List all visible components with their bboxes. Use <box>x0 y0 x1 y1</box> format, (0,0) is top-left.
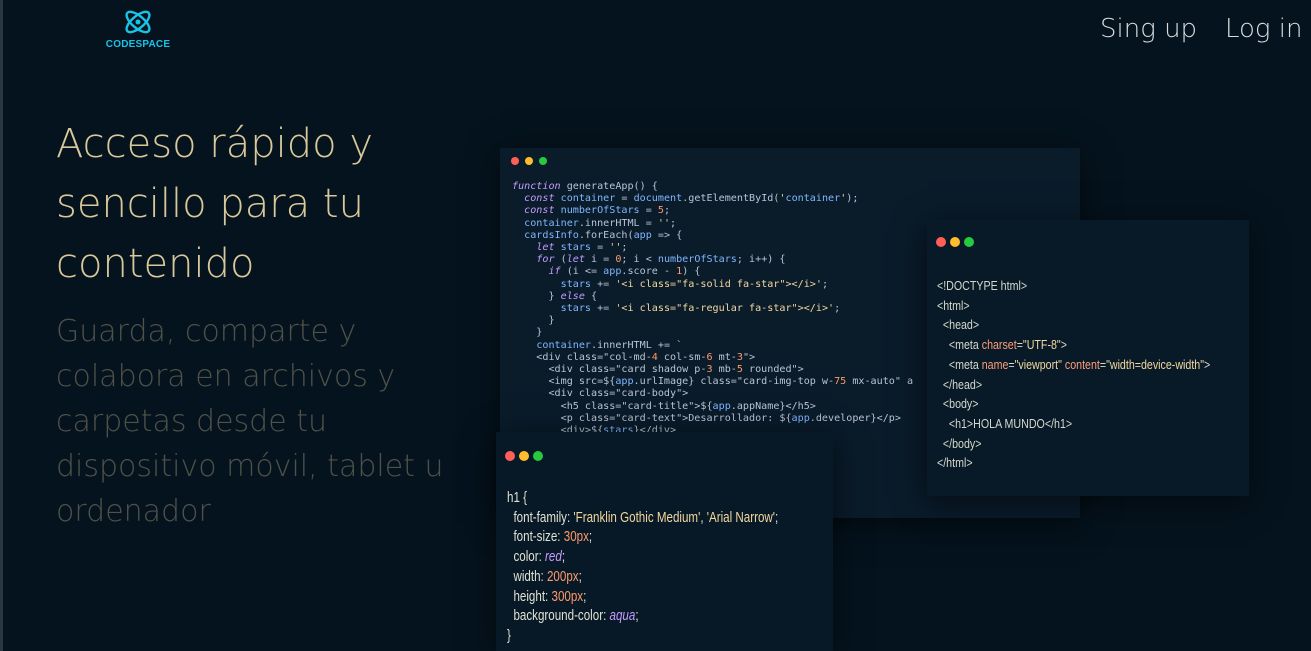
js-code-line: if (i <= app.score - 1) { <box>548 266 701 278</box>
css-code-line: } <box>507 627 511 644</box>
js-code-line: } else { <box>512 290 598 302</box>
css-code-line: width: 200px; <box>507 568 582 585</box>
login-link[interactable]: Log in <box>1225 14 1303 44</box>
js-code-line: <p class="card-text">Desarrollador: ${ap… <box>512 412 901 424</box>
js-code-line: <h5 class="card-title">${app.appName}</h… <box>512 400 816 412</box>
window-controls <box>936 237 974 247</box>
minimize-dot-icon <box>525 157 533 165</box>
css-code-line: h1 { <box>507 490 527 506</box>
css-code-line: color: red; <box>507 549 566 566</box>
window-controls <box>505 451 543 461</box>
js-code-line: stars += '<i class="fa-regular fa-star">… <box>560 303 841 315</box>
css-code: h1 { font-family: 'Franklin Gothic Mediu… <box>507 489 778 647</box>
html-code-line: <!DOCTYPE html> <box>937 278 1028 293</box>
html-code-window: <!DOCTYPE html> <html> <head> <meta chars… <box>927 220 1249 496</box>
html-code-line: </head> <box>937 376 983 392</box>
maximize-dot-icon <box>964 237 974 247</box>
close-dot-icon <box>936 237 946 247</box>
codespace-logo[interactable]: CODESPACE <box>103 6 173 50</box>
css-code-line: font-size: 30px; <box>507 529 593 546</box>
html-code-line: <head> <box>937 317 980 333</box>
html-code-line: <meta charset="UTF-8"> <box>937 337 1067 353</box>
js-code-line: <div class="card-body"> <box>512 388 689 400</box>
maximize-dot-icon <box>533 451 543 461</box>
js-code-line: for (let i = 0; i < numberOfStars; i++) … <box>536 254 786 266</box>
js-code-line: const container = document.getElementByI… <box>524 193 859 205</box>
html-code-line: </html> <box>937 455 973 471</box>
html-code-line: <html> <box>937 297 970 313</box>
css-code-line: background-color: aqua; <box>507 608 639 625</box>
minimize-dot-icon <box>519 451 529 461</box>
js-code-line: } <box>512 315 555 327</box>
js-code-line: } <box>512 327 543 339</box>
js-code-line: const numberOfStars = 5; <box>524 205 671 217</box>
js-code-line: <div class="card shadow p-3 mb-5 rounded… <box>512 364 804 376</box>
html-code-line: <body> <box>937 396 979 412</box>
css-code-line: height: 300px; <box>507 588 587 605</box>
html-code-line: </body> <box>937 435 982 451</box>
js-code-line: container.innerHTML = ''; <box>524 217 677 229</box>
signup-link[interactable]: Sing up <box>1100 14 1197 44</box>
js-code-line: cardsInfo.forEach(app => { <box>524 229 683 241</box>
html-code: <!DOCTYPE html> <html> <head> <meta chars… <box>937 276 1210 473</box>
minimize-dot-icon <box>950 237 960 247</box>
top-nav: CODESPACE Sing up Log in <box>3 0 1311 60</box>
js-code-line: <div class="col-md-4 col-sm-6 mt-3"> <box>512 351 756 363</box>
atom-orbit-icon <box>125 10 151 34</box>
maximize-dot-icon <box>539 157 547 165</box>
js-code-line: stars += '<i class="fa-solid fa-star"></… <box>560 278 829 290</box>
js-code-line: <img src=${app.urlImage} class="card-img… <box>512 376 914 388</box>
html-code-line: <h1>HOLA MUNDO</h1> <box>937 415 1073 431</box>
logo-text: CODESPACE <box>105 39 171 50</box>
js-code-line: container.innerHTML += ` <box>536 339 683 351</box>
css-code-line: font-family: 'Franklin Gothic Medium', '… <box>507 509 779 526</box>
hero-subtitle: Guarda, comparte y colabora en archivos … <box>56 314 444 529</box>
js-code-line: let stars = ''; <box>536 242 628 254</box>
close-dot-icon <box>505 451 515 461</box>
hero-title: Acceso rápido y sencillo para tu conteni… <box>56 121 373 287</box>
js-code-line: function generateApp() { <box>512 181 658 192</box>
close-dot-icon <box>511 157 519 165</box>
js-code: function generateApp() { const container… <box>512 181 913 437</box>
html-code-line: <meta name="viewport" content="width=dev… <box>937 356 1211 372</box>
css-code-window: h1 { font-family: 'Franklin Gothic Mediu… <box>496 432 833 651</box>
window-controls <box>511 157 549 165</box>
